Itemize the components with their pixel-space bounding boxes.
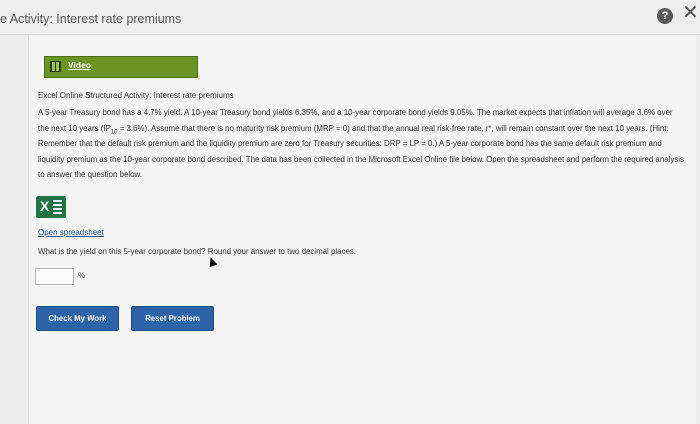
open-spreadsheet-link[interactable]: Open spreadsheet	[38, 228, 104, 237]
problem-text-part2: = 3.6%). Assume that there is no maturit…	[38, 123, 684, 180]
excel-grid-icon	[53, 200, 62, 214]
problem-text-subscript: 10	[110, 129, 118, 136]
video-button[interactable]: Video	[44, 56, 198, 78]
title-bar: e Activity: Interest rate premiums ? ✕	[0, 0, 700, 35]
question-text: What is the yield on this 5-year corpora…	[38, 247, 356, 256]
film-icon	[50, 61, 61, 72]
reset-problem-button[interactable]: Reset Problem	[131, 306, 214, 331]
excel-icon[interactable]: X	[36, 196, 66, 218]
excel-x-glyph: X	[40, 198, 50, 214]
check-my-work-button[interactable]: Check My Work	[36, 306, 119, 331]
page-title: e Activity: Interest rate premiums	[0, 12, 182, 26]
activity-heading: Excel Online Structured Activity: Intere…	[38, 91, 234, 100]
percent-unit: %	[78, 271, 86, 280]
close-icon[interactable]: ✕	[682, 2, 699, 24]
answer-input[interactable]	[35, 268, 74, 285]
video-link[interactable]: Video	[68, 60, 91, 70]
problem-text: A 5-year Treasury bond has a 4.7% yield.…	[38, 105, 684, 183]
help-icon[interactable]: ?	[657, 8, 673, 24]
